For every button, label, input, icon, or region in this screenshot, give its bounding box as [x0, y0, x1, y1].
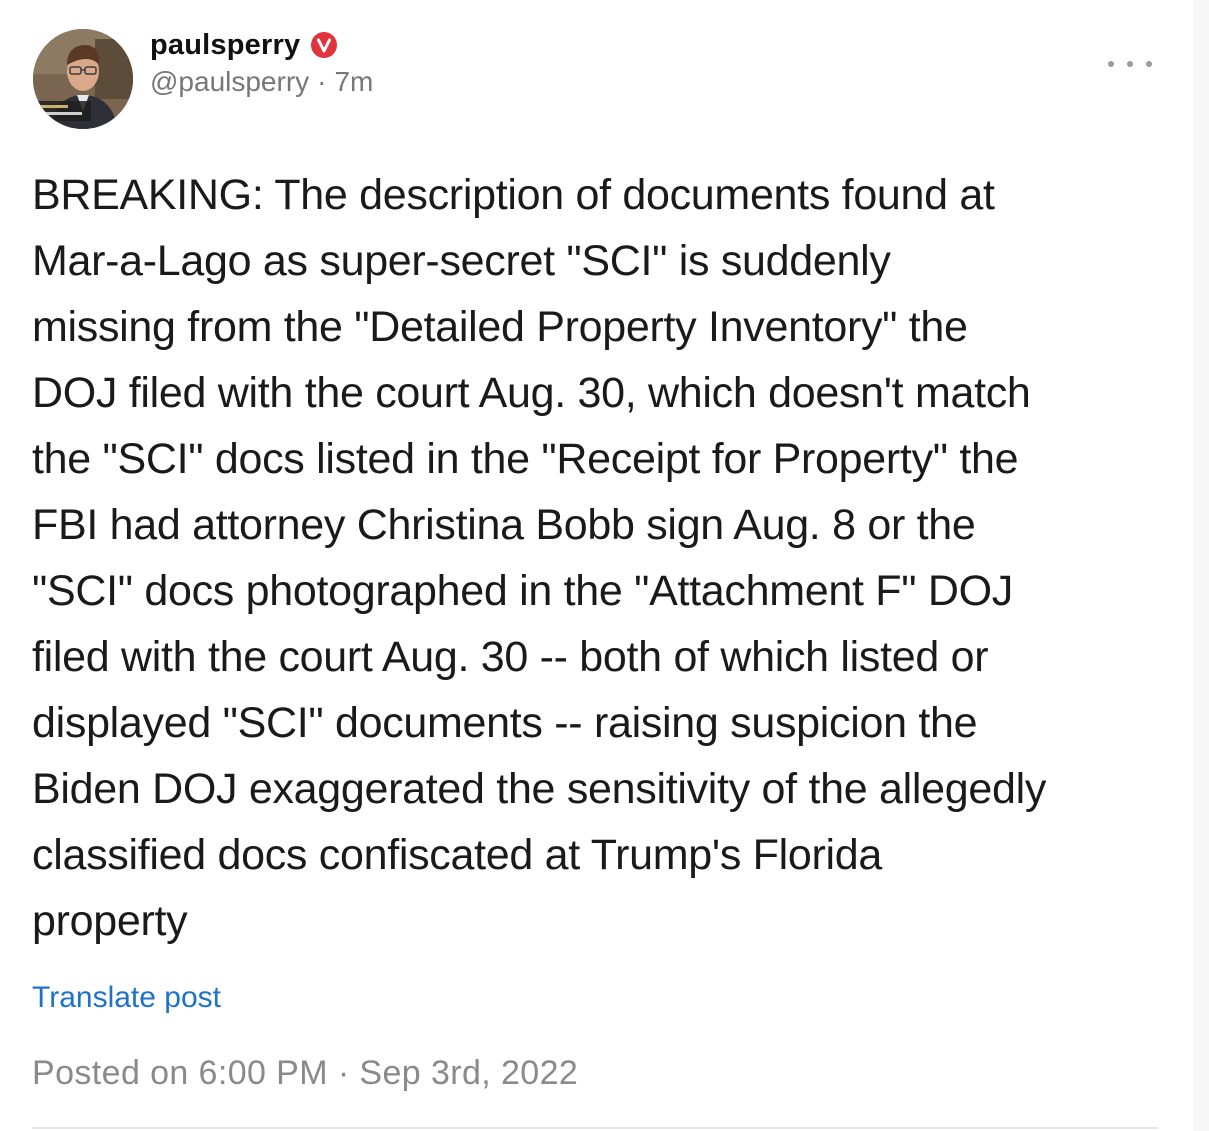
post-time-ago: 7m [334, 66, 374, 97]
ellipsis-icon-dot [1146, 61, 1152, 67]
author-handle[interactable]: @paulsperry [150, 66, 309, 98]
author-name-row: paulsperry [150, 26, 338, 64]
translate-post-link[interactable]: Translate post [32, 981, 221, 1015]
verified-badge-icon [310, 31, 338, 59]
author-display-name[interactable]: paulsperry [150, 29, 300, 62]
scrollbar[interactable] [1193, 0, 1209, 1131]
author-handle-row: @paulsperry · 7m [150, 66, 373, 98]
avatar[interactable] [33, 29, 133, 129]
divider [32, 1127, 1158, 1129]
ellipsis-icon-dot [1127, 61, 1133, 67]
posted-timestamp: Posted on 6:00 PM · Sep 3rd, 2022 [32, 1054, 579, 1092]
more-options-button[interactable] [1108, 52, 1152, 76]
avatar-image [33, 29, 133, 129]
post-page: paulsperry @paulsperry · 7m BREAKING: Th… [0, 0, 1209, 1131]
ellipsis-icon [1108, 61, 1114, 67]
post-text: BREAKING: The description of documents f… [32, 171, 1047, 945]
meta-separator: · [317, 66, 327, 97]
